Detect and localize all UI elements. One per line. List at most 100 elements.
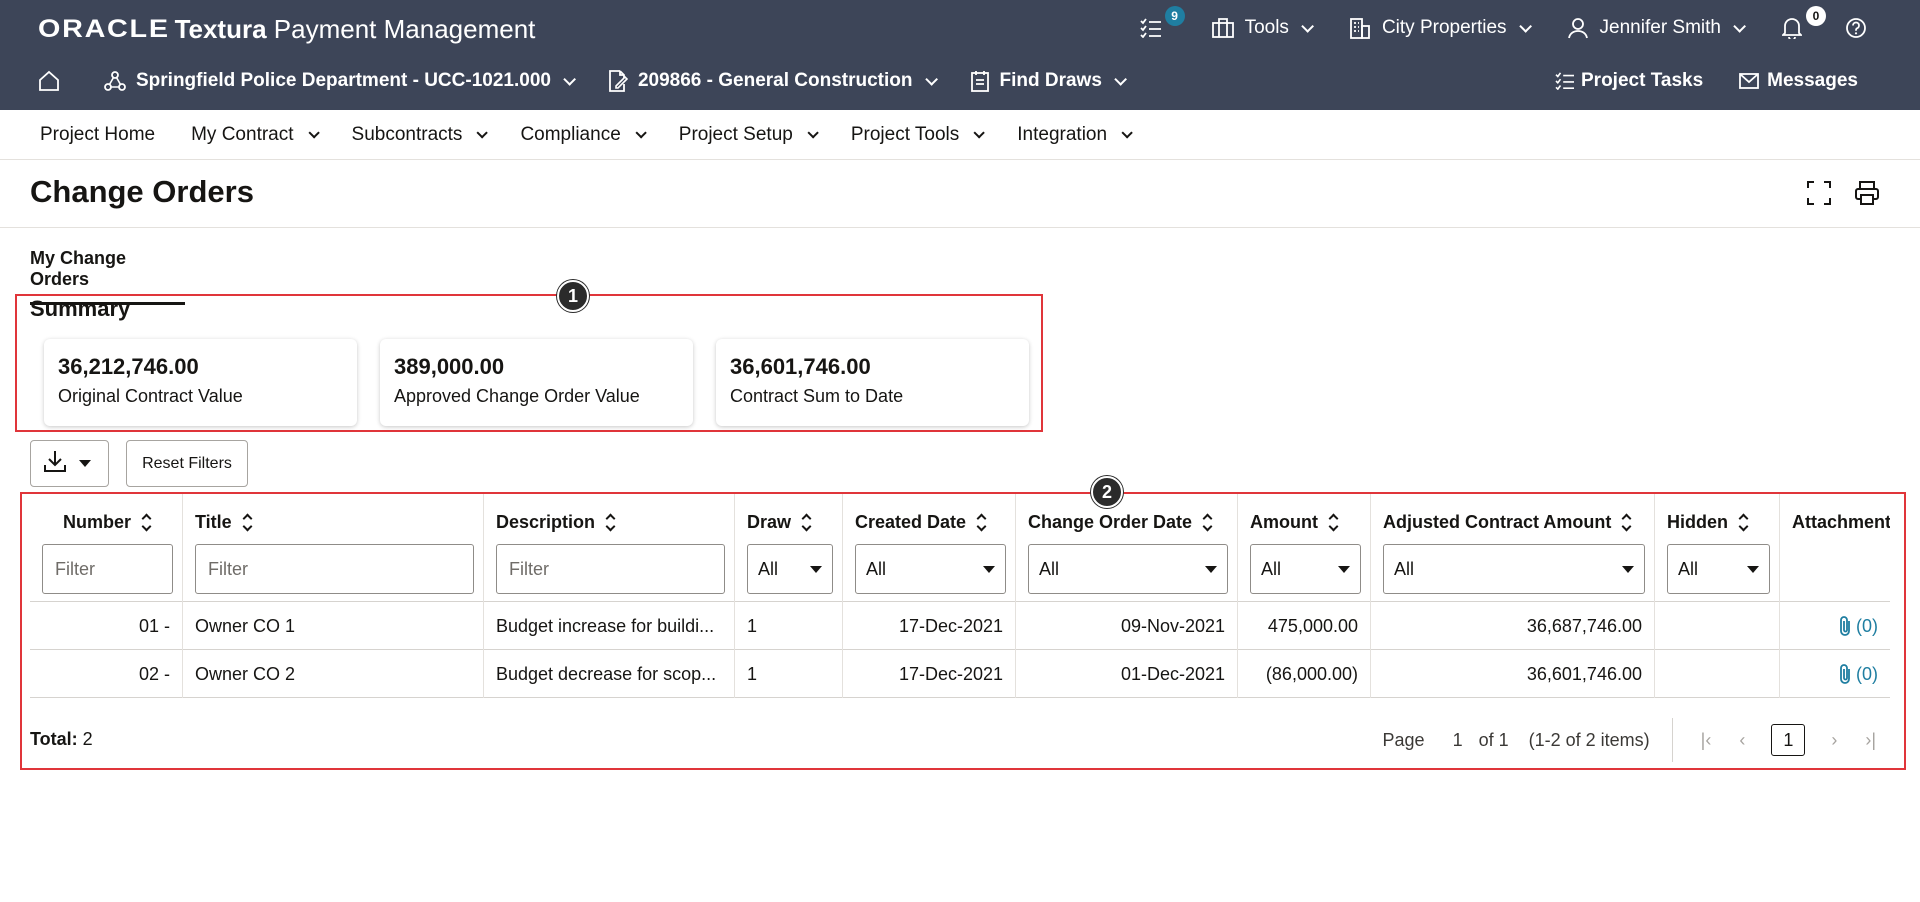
column-header-draw[interactable]: Draw xyxy=(747,512,812,533)
chevron-down-icon xyxy=(1301,19,1314,33)
change-order-date-filter-select[interactable]: All xyxy=(1028,544,1228,594)
export-menu-button[interactable] xyxy=(30,440,109,487)
banner-right: 9 Tools City Properties Jennifer Smith 0 xyxy=(1139,6,1920,46)
column-draw: Draw All xyxy=(735,494,843,602)
page-range-label: (1-2 of 2 items) xyxy=(1528,729,1650,750)
fullscreen-icon[interactable] xyxy=(1806,180,1832,211)
total-count: Total: 2 xyxy=(30,729,93,749)
cell-change-order-date: 01-Dec-2021 xyxy=(1016,650,1238,698)
cell-number: 01 - xyxy=(30,602,183,650)
tools-menu[interactable]: Tools xyxy=(1211,16,1314,40)
summary-label: Original Contract Value xyxy=(58,386,243,406)
print-icon[interactable] xyxy=(1854,180,1880,211)
chevron-down-icon xyxy=(924,72,938,86)
attachments-link[interactable]: (0) xyxy=(1838,615,1878,637)
dropdown-arrow-icon xyxy=(810,565,822,573)
nav-compliance[interactable]: Compliance xyxy=(520,123,647,146)
notifications-button[interactable]: 0 xyxy=(1780,6,1826,40)
reset-filters-button[interactable]: Reset Filters xyxy=(126,440,248,487)
cell-change-order-date: 09-Nov-2021 xyxy=(1016,602,1238,650)
first-page-icon[interactable]: |‹ xyxy=(1701,730,1712,751)
product-name: Textura Payment Management xyxy=(174,13,536,44)
messages-link[interactable]: Messages xyxy=(1739,70,1858,92)
summary-value: 36,601,746.00 xyxy=(730,354,871,379)
column-header-hidden[interactable]: Hidden xyxy=(1667,512,1749,533)
nav-label: Project Home xyxy=(40,123,156,145)
adjusted-amount-filter-select[interactable]: All xyxy=(1383,544,1645,594)
column-header-number[interactable]: Number xyxy=(63,512,152,533)
cell-description: Budget decrease for scop... xyxy=(484,650,735,698)
column-header-description[interactable]: Description xyxy=(496,512,616,533)
current-page-button[interactable]: 1 xyxy=(1771,724,1806,756)
title-filter-input[interactable]: Filter xyxy=(195,544,474,594)
nav-subcontracts[interactable]: Subcontracts xyxy=(352,124,489,146)
nav-label: Compliance xyxy=(520,123,621,145)
project-label: Springfield Police Department - UCC-1021… xyxy=(136,70,551,91)
nav-project-tools[interactable]: Project Tools xyxy=(851,124,986,146)
toolbox-icon xyxy=(1211,16,1235,40)
column-header-created-date[interactable]: Created Date xyxy=(855,512,987,533)
page-of-label: of 1 xyxy=(1478,729,1509,750)
table-row[interactable]: 02 - Owner CO 2 Budget decrease for scop… xyxy=(30,650,1890,698)
home-icon xyxy=(38,70,60,92)
column-header-amount[interactable]: Amount xyxy=(1250,512,1339,533)
draw-filter-select[interactable]: All xyxy=(747,544,833,594)
next-page-icon[interactable]: › xyxy=(1831,730,1837,751)
chevron-down-icon xyxy=(1114,72,1127,86)
home-button[interactable] xyxy=(38,70,70,92)
column-amount: Amount All xyxy=(1238,494,1371,602)
attachments-link[interactable]: (0) xyxy=(1838,663,1878,685)
column-number: Number Filter xyxy=(30,494,183,602)
oracle-logo: ORACLE xyxy=(38,14,170,43)
hidden-filter-select[interactable]: All xyxy=(1667,544,1770,594)
help-button[interactable] xyxy=(1844,16,1878,40)
draws-list-icon xyxy=(970,70,990,92)
column-title: Title Filter xyxy=(183,494,484,602)
context-bar-right: Project Tasks Messages xyxy=(1555,60,1858,102)
brand[interactable]: ORACLE Textura Payment Management xyxy=(38,12,535,46)
number-filter-input[interactable]: Filter xyxy=(42,544,173,594)
cell-adjusted-amount: 36,687,746.00 xyxy=(1371,602,1655,650)
column-header-adjusted-contract-amount[interactable]: Adjusted Contract Amount xyxy=(1383,512,1632,533)
project-tasks-link[interactable]: Project Tasks xyxy=(1555,70,1703,92)
description-filter-input[interactable]: Filter xyxy=(496,544,725,594)
chevron-down-icon xyxy=(807,126,819,139)
nav-label: Integration xyxy=(1017,123,1108,145)
page-number-input[interactable]: 1 xyxy=(1453,730,1463,751)
dropdown-arrow-icon xyxy=(1338,565,1350,573)
user-name: Jennifer Smith xyxy=(1599,17,1721,38)
chevron-down-icon xyxy=(476,126,489,139)
column-change-order-date: Change Order Date All xyxy=(1016,494,1238,602)
find-draws-menu[interactable]: Find Draws xyxy=(970,70,1127,92)
find-draws-label: Find Draws xyxy=(999,70,1102,91)
chevron-down-icon xyxy=(635,126,647,139)
created-date-filter-select[interactable]: All xyxy=(855,544,1006,594)
tasks-button[interactable]: 9 xyxy=(1139,6,1185,40)
envelope-icon xyxy=(1739,73,1760,89)
dropdown-arrow-icon xyxy=(1622,565,1634,573)
amount-filter-select[interactable]: All xyxy=(1250,544,1361,594)
project-selector[interactable]: Springfield Police Department - UCC-1021… xyxy=(104,70,576,92)
summary-card-original-contract: 36,212,746.00 Original Contract Value xyxy=(44,339,357,426)
nav-project-setup[interactable]: Project Setup xyxy=(678,123,819,146)
table-row[interactable]: 01 - Owner CO 1 Budget increase for buil… xyxy=(30,602,1890,650)
column-header-title[interactable]: Title xyxy=(195,512,253,533)
nav-integration[interactable]: Integration xyxy=(1017,123,1133,146)
org-menu[interactable]: City Properties xyxy=(1348,16,1532,40)
table-footer: Total: 2 Page 1 of 1 (1-2 of 2 items) |‹… xyxy=(30,710,1890,770)
nav-project-home[interactable]: Project Home xyxy=(40,124,155,146)
summary-card-approved-change-orders: 389,000.00 Approved Change Order Value xyxy=(380,339,693,426)
column-header-change-order-date[interactable]: Change Order Date xyxy=(1028,512,1213,533)
column-header-attachments[interactable]: Attachments xyxy=(1792,512,1890,533)
nav-my-contract[interactable]: My Contract xyxy=(191,124,320,146)
sort-icon xyxy=(1738,513,1749,532)
nav-label: Project Setup xyxy=(678,123,793,145)
last-page-icon[interactable]: ›| xyxy=(1865,730,1876,751)
column-hidden: Hidden All xyxy=(1655,494,1780,602)
contract-selector[interactable]: 209866 - General Construction xyxy=(608,70,938,92)
main-nav: Project Home My Contract Subcontracts Co… xyxy=(0,110,1920,160)
user-menu[interactable]: Jennifer Smith xyxy=(1566,16,1746,40)
previous-page-icon[interactable]: ‹ xyxy=(1739,730,1745,751)
cell-hidden xyxy=(1655,650,1780,698)
context-bar: Springfield Police Department - UCC-1021… xyxy=(0,60,1920,102)
